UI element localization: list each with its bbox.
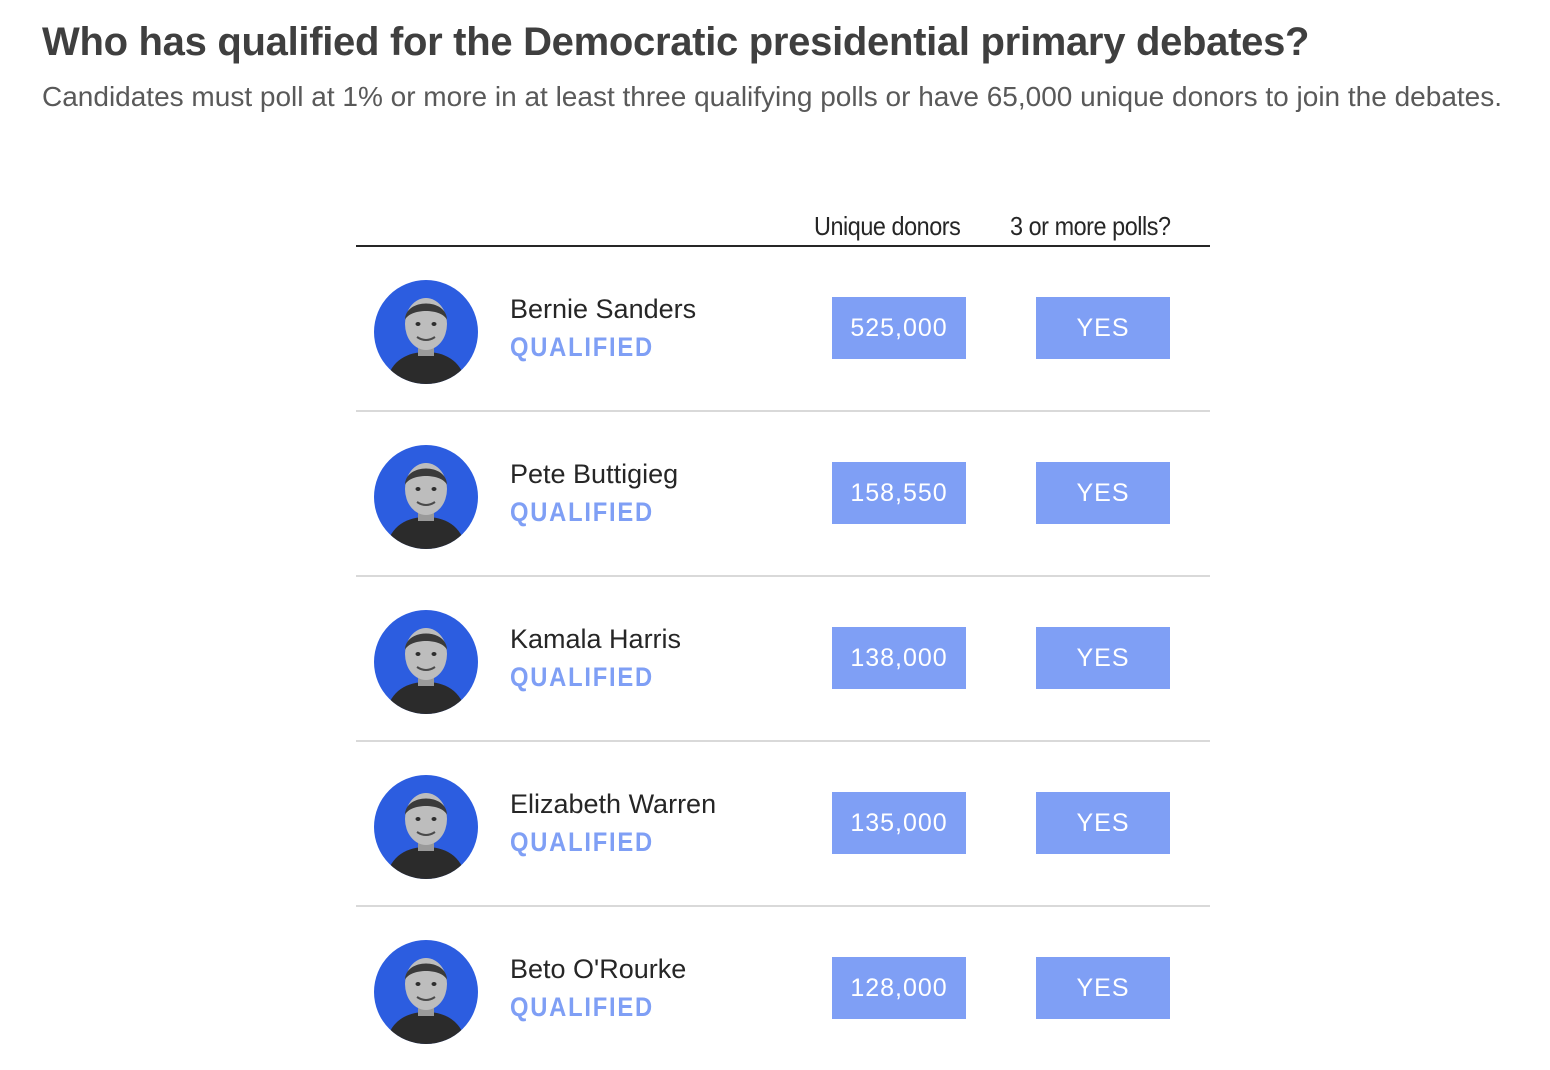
- table-row: Elizabeth Warren QUALIFIED 135,000 YES: [356, 742, 1210, 907]
- candidates-table: Unique donors 3 or more polls? Bernie Sa…: [356, 206, 1210, 1070]
- table-body: Bernie Sanders QUALIFIED 525,000 YES Pet…: [356, 247, 1210, 1070]
- candidate-photo: [374, 775, 478, 879]
- table-row: Bernie Sanders QUALIFIED 525,000 YES: [356, 247, 1210, 412]
- page-title: Who has qualified for the Democratic pre…: [42, 20, 1310, 64]
- candidate-name: Elizabeth Warren: [510, 789, 717, 819]
- donors-badge: 158,550: [832, 462, 966, 524]
- candidate-name: Bernie Sanders: [510, 294, 697, 324]
- table-row: Beto O'Rourke QUALIFIED 128,000 YES: [356, 907, 1210, 1070]
- candidate-photo: [374, 610, 478, 714]
- polls-badge: YES: [1036, 462, 1170, 524]
- column-header-donors: Unique donors: [814, 211, 961, 241]
- polls-badge: YES: [1036, 957, 1170, 1019]
- candidate-photo: [374, 280, 478, 384]
- donors-badge: 138,000: [832, 627, 966, 689]
- qualification-status: QUALIFIED: [510, 497, 654, 527]
- polls-badge: YES: [1036, 792, 1170, 854]
- polls-badge: YES: [1036, 627, 1170, 689]
- qualification-status: QUALIFIED: [510, 332, 654, 362]
- table-row: Pete Buttigieg QUALIFIED 158,550 YES: [356, 412, 1210, 577]
- table-header: Unique donors 3 or more polls?: [356, 206, 1210, 247]
- qualification-status: QUALIFIED: [510, 662, 654, 692]
- candidate-name: Kamala Harris: [510, 624, 682, 654]
- candidate-photo: [374, 445, 478, 549]
- candidate-photo: [374, 940, 478, 1044]
- donors-badge: 128,000: [832, 957, 966, 1019]
- donors-badge: 525,000: [832, 297, 966, 359]
- candidate-name: Beto O'Rourke: [510, 954, 687, 984]
- donors-badge: 135,000: [832, 792, 966, 854]
- qualification-status: QUALIFIED: [510, 992, 654, 1022]
- table-row: Kamala Harris QUALIFIED 138,000 YES: [356, 577, 1210, 742]
- page-subtitle: Candidates must poll at 1% or more in at…: [42, 81, 1503, 112]
- polls-badge: YES: [1036, 297, 1170, 359]
- qualification-status: QUALIFIED: [510, 827, 654, 857]
- candidate-name: Pete Buttigieg: [510, 459, 679, 489]
- column-header-polls: 3 or more polls?: [1010, 211, 1171, 241]
